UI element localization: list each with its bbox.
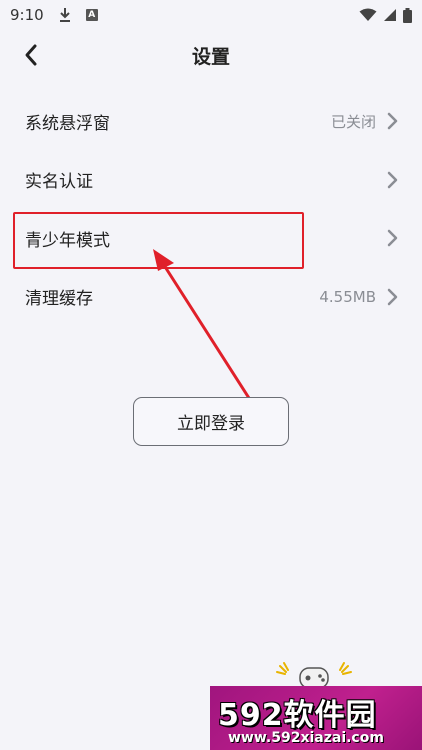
page-title: 设置 (191, 45, 230, 68)
chevron-right-icon (387, 113, 398, 130)
setting-label: 系统悬浮窗 (25, 113, 110, 134)
setting-label: 实名认证 (25, 172, 93, 193)
download-icon (59, 8, 70, 22)
back-button[interactable] (18, 40, 44, 70)
setting-label: 青少年模式 (25, 230, 110, 251)
setting-right: 4.55MB (319, 288, 398, 306)
setting-row-floating-window[interactable]: 系统悬浮窗 已关闭 (0, 92, 422, 151)
battery-icon (403, 7, 412, 23)
setting-value: 已关闭 (330, 112, 376, 131)
status-left: 9:10 A (10, 6, 98, 24)
login-button[interactable]: 立即登录 (133, 397, 289, 446)
status-bar: 9:10 A (0, 0, 422, 30)
chevron-right-icon (387, 288, 398, 305)
a-icon: A (85, 9, 98, 21)
setting-right (376, 171, 398, 189)
setting-right (376, 229, 398, 247)
watermark-brand: 592软件园 (218, 698, 377, 733)
setting-value: 4.55MB (319, 287, 376, 306)
setting-row-clear-cache[interactable]: 清理缓存 4.55MB (0, 268, 422, 327)
setting-row-teen-mode[interactable]: 青少年模式 (0, 209, 422, 268)
watermark: 592软件园 www.592xiazai.com (210, 686, 422, 750)
chevron-right-icon (387, 171, 398, 188)
wifi-icon (359, 8, 377, 21)
status-right (359, 7, 412, 23)
chevron-right-icon (387, 230, 398, 247)
setting-label: 清理缓存 (25, 289, 93, 310)
header: 设置 (0, 30, 422, 80)
setting-right: 已关闭 (331, 111, 398, 132)
settings-list: 系统悬浮窗 已关闭 实名认证 青少年模式 清理缓存 4.55MB (0, 92, 422, 326)
setting-row-real-name[interactable]: 实名认证 (0, 151, 422, 210)
signal-icon (384, 9, 396, 21)
status-time: 9:10 (10, 6, 44, 24)
watermark-url: www.592xiazai.com (228, 730, 384, 746)
chevron-left-icon (25, 44, 37, 66)
